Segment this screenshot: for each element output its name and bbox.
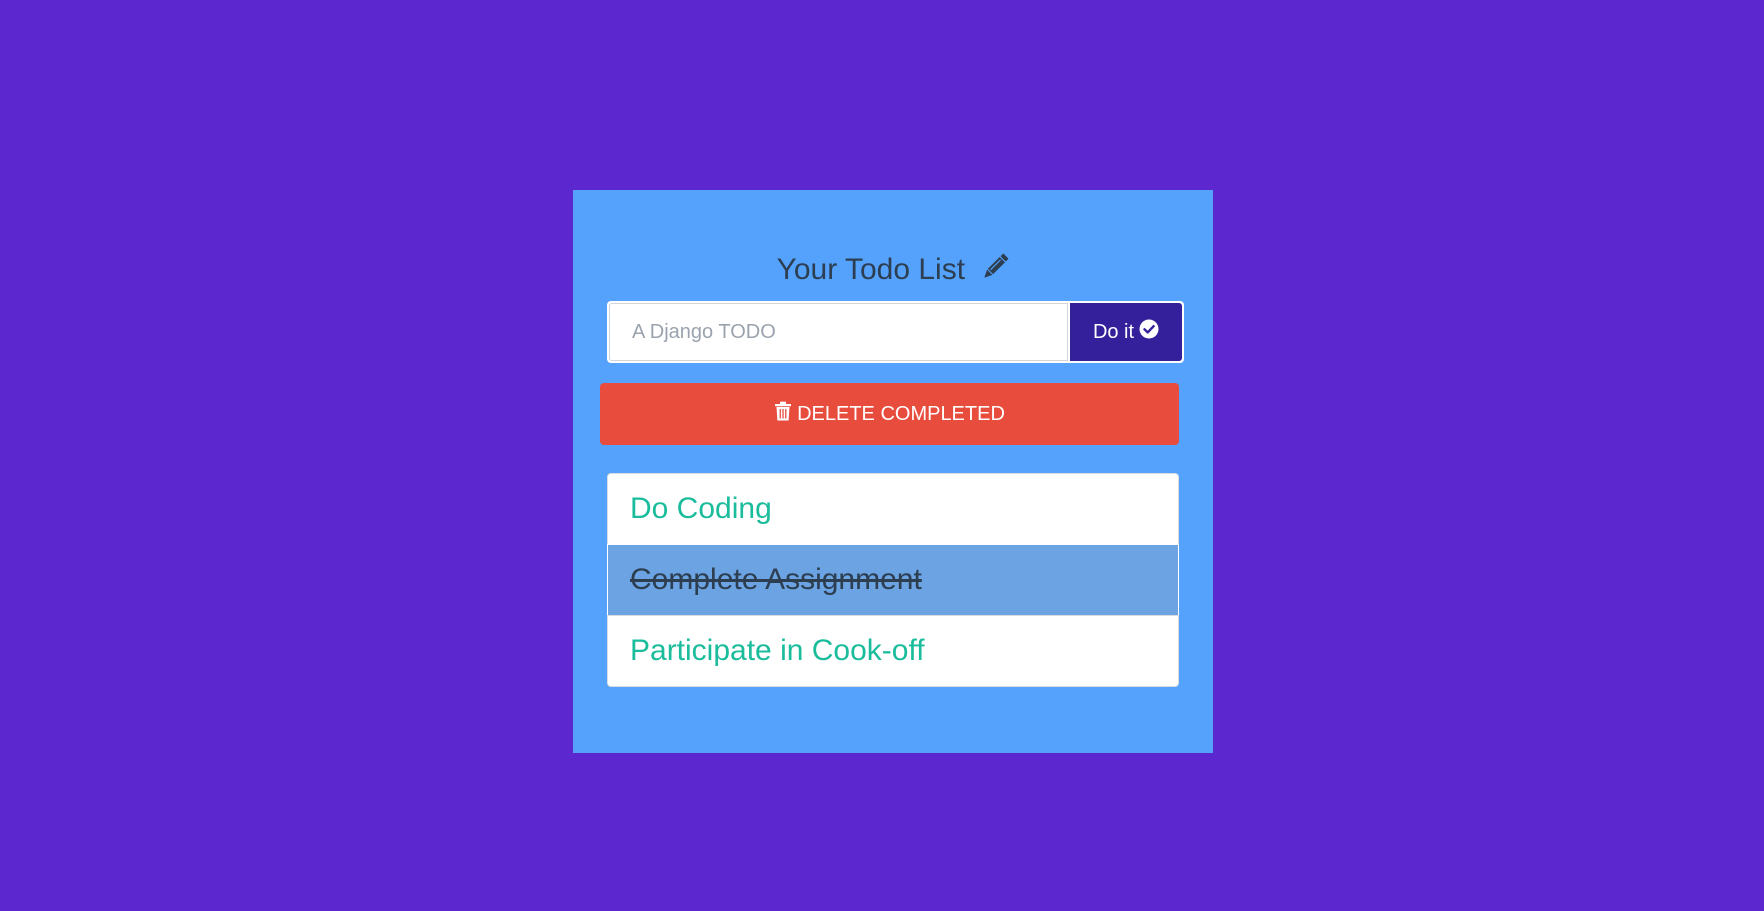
todo-list: Do Coding Complete Assignment Participat… bbox=[607, 473, 1179, 687]
todo-item[interactable]: Do Coding bbox=[607, 473, 1179, 545]
todo-item[interactable]: Complete Assignment bbox=[607, 544, 1179, 616]
pencil-icon bbox=[979, 253, 1009, 294]
todo-input[interactable] bbox=[609, 303, 1068, 361]
todo-card: Your Todo List Do it bbox=[573, 190, 1213, 753]
todo-item-text: Do Coding bbox=[630, 492, 772, 525]
delete-completed-label: DELETE COMPLETED bbox=[797, 402, 1005, 425]
todo-item-text: Participate in Cook-off bbox=[630, 634, 925, 667]
delete-completed-button[interactable]: DELETE COMPLETED bbox=[600, 383, 1179, 445]
do-it-label: Do it bbox=[1092, 320, 1135, 343]
todo-item-text: Complete Assignment bbox=[630, 563, 922, 596]
check-circle-icon bbox=[1139, 319, 1159, 345]
add-todo-form: Do it bbox=[607, 301, 1184, 363]
todo-item[interactable]: Participate in Cook-off bbox=[607, 615, 1179, 687]
trash-icon bbox=[774, 401, 792, 427]
page-title-text: Your Todo List bbox=[776, 253, 966, 286]
page-title: Your Todo List bbox=[573, 250, 1213, 294]
do-it-button[interactable]: Do it bbox=[1070, 303, 1182, 361]
